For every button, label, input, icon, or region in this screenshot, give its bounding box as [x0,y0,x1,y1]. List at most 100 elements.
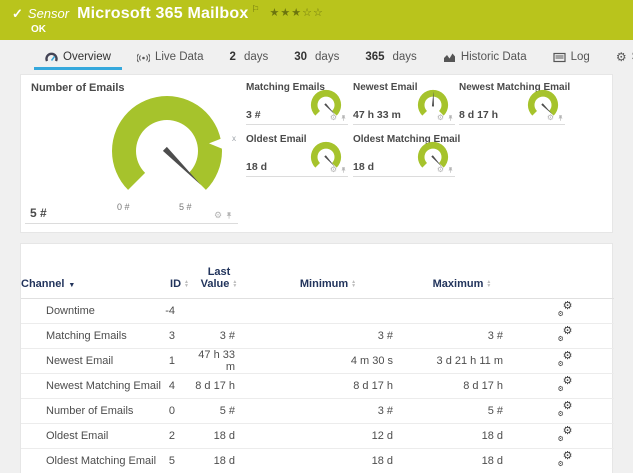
sensor-status-bar: ✓ Sensor Microsoft 365 Mailbox ⚐ ★★★☆☆ O… [0,0,633,40]
active-tab-underline [34,67,122,70]
gauge-scale-max: 5 # [179,202,192,212]
table-row[interactable]: Matching Emails 3 3 # 3 # 3 # ⚙ ⚙ [21,323,614,349]
channel-last-value: 18 d [189,423,249,449]
column-header-label: Last [207,266,231,278]
column-header-channel[interactable]: Channel ▼ [21,244,161,299]
column-header-maximum[interactable]: Maximum ▲ ▼ [407,244,517,299]
chart-icon [443,53,455,62]
gauge-footer-icons: ⚙ [437,166,454,174]
channel-id: 3 [161,323,189,349]
gauge-scale-min: 0 # [117,202,130,212]
gear-icon[interactable]: ⚙ [330,166,337,174]
sort-arrows-icon: ▲ ▼ [351,279,357,290]
channel-maximum: 8 d 17 h [407,373,517,399]
tab-settings[interactable]: ⚙ Settings [603,40,633,74]
channel-name[interactable]: Oldest Matching Email [21,448,161,473]
table-row[interactable]: Oldest Email 2 18 d 12 d 18 d ⚙ ⚙ [21,423,614,449]
channel-name[interactable]: Newest Matching Email [21,373,161,399]
tab-label-unit: days [243,51,269,63]
table-row[interactable]: Newest Email 1 47 h 33 m 4 m 30 s 3 d 21… [21,348,614,374]
tab-historic-data[interactable]: Historic Data [430,40,540,74]
table-row[interactable]: Downtime -4 ⚙ ⚙ [21,298,614,324]
tab-label: Overview [63,51,111,63]
gear-icon[interactable]: ⚙ [547,114,554,122]
channel-id: 4 [161,373,189,399]
channel-name[interactable]: Downtime [21,298,161,324]
channel-maximum: 18 d [407,423,517,449]
channel-minimum [249,298,407,324]
pin-icon[interactable] [447,114,454,122]
tab-log[interactable]: Log [540,40,603,74]
gauges-panel: Number of Emails x 0 # 5 # 5 # ⚙ Matchin… [20,74,613,233]
gear-icon[interactable]: ⚙ [437,114,444,122]
pin-icon[interactable] [340,166,347,174]
gauge-current-value: 18 d [246,161,268,173]
log-list-icon [553,52,566,62]
channels-table-panel: Channel ▼ ID ▲ ▼ Last Value ▲ ▼ Minimum ▲ ▼ Max… [20,243,614,473]
column-header-id[interactable]: ID ▲ ▼ [161,244,189,299]
gauge-card-oldest-email: Oldest Email 18 d ⚙ [246,133,348,177]
overview-gauge-icon [45,52,58,62]
tab-overview[interactable]: Overview [32,40,124,74]
channels-table: Channel ▼ ID ▲ ▼ Last Value ▲ ▼ Minimum ▲ ▼ Max… [21,244,614,473]
gear-icon[interactable]: ⚙ [437,166,444,174]
channel-name[interactable]: Oldest Email [21,423,161,449]
sort-arrows-icon: ▲ ▼ [486,279,492,290]
channel-settings-gear-icon[interactable]: ⚙ ⚙ [558,351,573,369]
channel-id: 1 [161,348,189,374]
table-row[interactable]: Oldest Matching Email 5 18 d 18 d 18 d ⚙… [21,448,614,473]
channel-minimum: 3 # [249,323,407,349]
gauge-card-matching-emails: Matching Emails 3 # ⚙ [246,81,348,125]
table-row[interactable]: Number of Emails 0 5 # 3 # 5 # ⚙ ⚙ [21,398,614,424]
gauge-marker-label: x [232,134,236,143]
tab-live-data[interactable]: Live Data [124,40,217,74]
channel-settings-gear-icon[interactable]: ⚙ ⚙ [558,376,573,394]
tab-label-number: 2 [229,51,236,63]
tab-label-unit: days [315,51,340,63]
channel-settings-gear-icon[interactable]: ⚙ ⚙ [558,426,573,444]
channel-last-value: 47 h 33 m [189,348,249,374]
channel-settings-gear-icon[interactable]: ⚙ ⚙ [558,451,573,469]
channel-minimum: 12 d [249,423,407,449]
channel-maximum: 3 # [407,323,517,349]
column-header-last-value[interactable]: Last Value ▲ ▼ [189,244,249,299]
tab-label-number: 30 [294,51,308,63]
gauge-current-value: 8 d 17 h [459,109,499,121]
gauge-card-newest-email: Newest Email 47 h 33 m ⚙ [353,81,455,125]
prtg-sensor-page: ✓ Sensor Microsoft 365 Mailbox ⚐ ★★★☆☆ O… [0,0,633,473]
pin-icon[interactable] [340,114,347,122]
channel-name[interactable]: Newest Email [21,348,161,374]
pin-icon[interactable] [225,211,233,220]
channel-settings-gear-icon[interactable]: ⚙ ⚙ [558,401,573,419]
gauge-current-value: 47 h 33 m [353,109,401,121]
channel-name[interactable]: Number of Emails [21,398,161,424]
channel-settings-gear-icon[interactable]: ⚙ ⚙ [558,301,573,319]
channel-id: -4 [161,298,189,324]
gauge-footer-icons: ⚙ [330,114,347,122]
tab-30-days[interactable]: 30 days [281,40,352,74]
tab-label: Log [570,51,590,63]
gauge-footer-icons: ⚙ [214,211,233,220]
pin-icon[interactable] [447,166,454,174]
column-header-minimum[interactable]: Minimum ▲ ▼ [249,244,407,299]
tab-bar: Overview Live Data 2 days 30 days 365 da… [0,40,633,74]
channel-maximum: 5 # [407,398,517,424]
gauge-title: Oldest Email [246,134,307,145]
flag-icon[interactable]: ⚐ [251,4,259,15]
channel-settings-gear-icon[interactable]: ⚙ ⚙ [558,326,573,344]
gauge-card-oldest-matching-email: Oldest Matching Email 18 d ⚙ [353,133,460,177]
gear-icon[interactable]: ⚙ [330,114,337,122]
channel-last-value: 5 # [189,398,249,424]
card-underline [25,223,238,224]
tab-2-days[interactable]: 2 days [217,40,282,74]
gear-icon[interactable]: ⚙ [214,211,222,220]
tab-label: Historic Data [460,51,527,63]
pin-icon[interactable] [557,114,564,122]
sensor-status-text: OK [31,24,46,35]
channel-name[interactable]: Matching Emails [21,323,161,349]
gauge-footer-icons: ⚙ [330,166,347,174]
gauge-current-value: 3 # [246,109,261,121]
table-row[interactable]: Newest Matching Email 4 8 d 17 h 8 d 17 … [21,373,614,399]
tab-365-days[interactable]: 365 days [352,40,429,74]
priority-stars[interactable]: ★★★☆☆ [270,6,324,19]
